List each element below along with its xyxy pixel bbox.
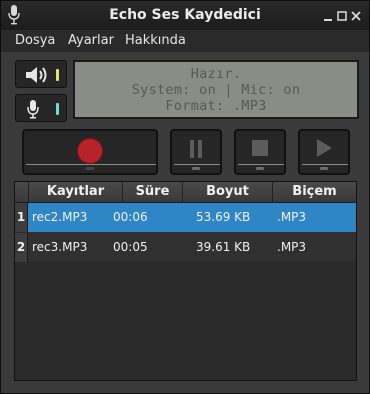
recording-name: rec2.MP3 [32,210,88,224]
recording-size: 53.69 KB [196,210,251,224]
menu-hakkinda[interactable]: Hakkında [125,33,186,48]
menu-ayarlar[interactable]: Ayarlar [68,33,114,48]
minimize-icon [324,19,332,21]
microphone-toggle[interactable] [15,94,67,122]
recording-format: .MP3 [277,240,307,254]
pause-icon [190,140,202,158]
pause-button-underline [174,164,220,165]
record-icon [77,138,103,164]
stop-icon [252,140,268,156]
column-header-duration[interactable]: Süre [123,182,183,202]
table-row[interactable]: 2 rec3.MP3 00:05 39.61 KB .MP3 [15,233,356,263]
column-header-format[interactable]: Biçem [273,182,356,202]
status-display: Hazır. System: on | Mic: on Format: .MP3 [73,60,359,119]
close-button[interactable] [348,8,364,24]
source-status-line: System: on | Mic: on [131,82,301,98]
row-number: 2 [15,233,28,262]
menu-dosya[interactable]: Dosya [15,33,55,48]
record-button[interactable] [22,129,158,175]
format-status-line: Format: .MP3 [165,98,267,114]
recording-duration: 00:05 [113,240,148,254]
column-header-size[interactable]: Boyut [183,182,273,202]
menu-bar: Dosya Ayarlar Hakkında [1,30,369,52]
play-button-underline [302,164,348,165]
microphone-level-indicator [56,103,59,115]
stop-indicator [256,167,264,170]
pause-indicator [192,167,200,170]
record-indicator [86,167,94,170]
table-header: Kayıtlar Süre Boyut Biçem [15,182,356,203]
table-row[interactable]: 1 rec2.MP3 00:06 53.69 KB .MP3 [15,203,356,232]
stop-button-underline [238,164,284,165]
stop-button[interactable] [234,129,286,175]
column-header-recordings[interactable]: Kayıtlar [29,182,123,202]
microphone-icon [27,100,39,119]
maximize-icon [337,11,347,21]
recording-name: rec3.MP3 [32,240,88,254]
play-indicator [320,167,328,170]
pause-button[interactable] [170,129,222,175]
speaker-level-indicator [56,69,59,81]
close-icon [351,11,361,21]
record-button-underline [26,164,156,165]
window-title: Echo Ses Kaydedici [109,7,261,23]
play-button[interactable] [298,129,350,175]
title-bar[interactable]: Echo Ses Kaydedici [1,1,369,30]
recording-size: 39.61 KB [196,240,251,254]
app-window: Echo Ses Kaydedici Dosya Ayarlar Hakkınd… [0,0,370,394]
recording-format: .MP3 [277,210,307,224]
system-audio-toggle[interactable] [15,60,67,88]
table-empty-area [15,262,356,380]
speaker-icon [26,67,47,83]
recording-duration: 00:06 [113,210,148,224]
row-number: 1 [15,203,28,232]
recordings-table: Kayıtlar Süre Boyut Biçem 1 rec2.MP3 00:… [14,181,357,381]
status-line: Hazır. [190,66,242,82]
play-icon [317,139,332,157]
row-number-header [15,182,29,202]
